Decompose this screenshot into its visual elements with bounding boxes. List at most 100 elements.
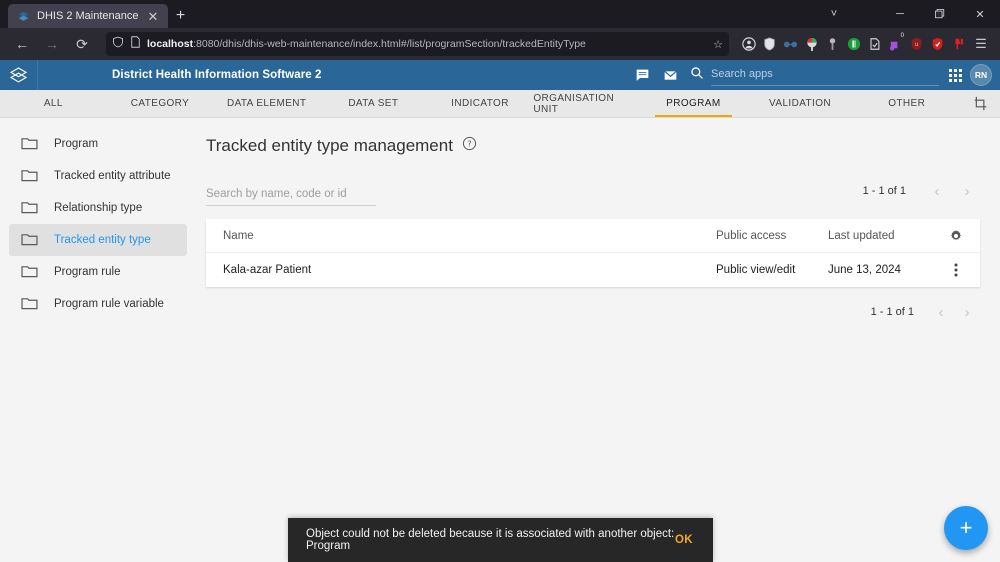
tab-indicator[interactable]: INDICATOR [427, 90, 534, 117]
next-page-button[interactable]: › [954, 299, 980, 325]
back-icon[interactable]: ← [8, 31, 36, 57]
page-title: District Health Information Software 2 [112, 69, 322, 81]
tab-category[interactable]: CATEGORY [107, 90, 214, 117]
pagination-label: 1 - 1 of 1 [870, 306, 914, 318]
column-header-last-updated[interactable]: Last updated [828, 230, 932, 242]
table-header-row: Name Public access Last updated [206, 219, 980, 253]
header-actions: RN [628, 60, 992, 90]
more-vertical-icon[interactable] [932, 262, 980, 278]
minimize-icon[interactable]: ─ [880, 0, 920, 28]
sidebar-item-label: Tracked entity attribute [54, 170, 171, 182]
avatar[interactable]: RN [970, 64, 992, 86]
tab-data-element[interactable]: DATA ELEMENT [213, 90, 320, 117]
search-input[interactable] [206, 188, 376, 206]
page-header: Tracked entity type management ? [206, 136, 980, 156]
snackbar-ok-button[interactable]: OK [675, 534, 693, 546]
sidebar-item-program-rule-variable[interactable]: Program rule variable [9, 288, 187, 320]
cell-public-access: Public view/edit [716, 264, 796, 276]
dislike-extension-icon[interactable] [949, 33, 968, 55]
close-icon[interactable]: ✕ [146, 9, 161, 24]
folder-icon [21, 232, 38, 249]
snackbar: Object could not be deleted because it i… [288, 518, 713, 562]
shield-extension-icon[interactable] [760, 33, 779, 55]
folder-icon [21, 168, 38, 185]
sidebar-item-tracked-entity-type[interactable]: Tracked entity type [9, 224, 187, 256]
tab-program[interactable]: PROGRAM [640, 90, 747, 117]
help-circle-icon[interactable]: ? [462, 136, 477, 156]
tab-organisation-unit[interactable]: ORGANISATION UNIT [533, 90, 640, 117]
previous-page-button[interactable]: ‹ [924, 178, 950, 204]
sidebar-item-tracked-entity-attribute[interactable]: Tracked entity attribute [9, 160, 187, 192]
gear-icon[interactable] [932, 229, 980, 243]
tab-data-set[interactable]: DATA SET [320, 90, 427, 117]
pocket-extension-icon[interactable] [865, 33, 884, 55]
account-icon[interactable] [739, 33, 758, 55]
section-tabs: ALL CATEGORY DATA ELEMENT DATA SET INDIC… [0, 90, 1000, 118]
sidebar-item-program-rule[interactable]: Program rule [9, 256, 187, 288]
data-table: Name Public access Last updated Kala-aza… [206, 219, 980, 287]
search-input[interactable] [711, 68, 939, 80]
bitwarden-extension-icon[interactable] [844, 33, 863, 55]
extension-badge: 0 [898, 33, 906, 40]
tab-other[interactable]: OTHER [853, 90, 960, 117]
table-row[interactable]: Kala-azar Patient Public view/edit June … [206, 253, 980, 287]
list-toolbar: 1 - 1 of 1 ‹ › [206, 178, 980, 206]
url-text: localhost:8080/dhis/dhis-web-maintenance… [147, 38, 707, 50]
tab-all[interactable]: ALL [0, 90, 107, 117]
column-header-public-access[interactable]: Public access [716, 230, 828, 242]
color-picker-extension-icon[interactable] [802, 33, 821, 55]
folder-icon [21, 136, 38, 153]
new-tab-button[interactable]: + [168, 4, 194, 28]
previous-page-button[interactable]: ‹ [928, 299, 954, 325]
bookmark-star-icon[interactable]: ☆ [713, 38, 723, 51]
app-search [690, 64, 939, 86]
add-button[interactable]: + [944, 506, 988, 550]
content-area: Program Tracked entity attribute Relatio… [0, 118, 1000, 562]
navigation-toolbar: ← → ⟳ localhost:8080/dhis/dhis-web-maint… [0, 28, 1000, 60]
sidebar-item-label: Program rule variable [54, 298, 164, 310]
reload-icon[interactable]: ⟳ [68, 31, 96, 57]
column-header-name[interactable]: Name [223, 230, 716, 242]
dhis2-logo-icon [17, 10, 30, 23]
url-bar[interactable]: localhost:8080/dhis/dhis-web-maintenance… [106, 32, 729, 56]
browser-menu-icon[interactable]: ☰ [970, 36, 992, 52]
chevron-down-icon[interactable]: ˅ [814, 0, 854, 28]
page-info-icon [130, 35, 141, 53]
next-page-button[interactable]: › [954, 178, 980, 204]
dhis2-layers-logo[interactable] [0, 60, 38, 90]
browser-tab[interactable]: DHIS 2 Maintenance ✕ [8, 4, 168, 28]
folder-icon [21, 200, 38, 217]
sidebar-item-label: Program [54, 138, 99, 150]
key-extension-icon[interactable] [823, 33, 842, 55]
apps-grid-icon[interactable] [949, 68, 962, 82]
tab-validation[interactable]: VALIDATION [747, 90, 854, 117]
folder-icon [21, 264, 38, 281]
main-panel: Tracked entity type management ? 1 - 1 o… [196, 118, 1000, 562]
sidebar-item-label: Relationship type [54, 202, 143, 214]
extensions-row: 0 u [739, 33, 968, 55]
window-close-icon[interactable]: ✕ [960, 0, 1000, 28]
ublock-extension-icon[interactable]: u [907, 33, 926, 55]
sidebar-item-label: Tracked entity type [54, 234, 151, 246]
svg-text:?: ? [467, 140, 471, 149]
maximize-icon[interactable] [920, 0, 960, 28]
message-icon[interactable] [628, 60, 656, 90]
app-header: District Health Information Software 2 R… [0, 60, 1000, 90]
snackbar-message: Object could not be deleted because it i… [306, 528, 675, 552]
mail-icon[interactable] [656, 60, 684, 90]
glasses-extension-icon[interactable] [781, 33, 800, 55]
window-controls: ˅ ─ ✕ [814, 0, 1000, 28]
folder-icon [21, 296, 38, 313]
page-title: Tracked entity type management [206, 136, 453, 155]
sidebar-item-program[interactable]: Program [9, 128, 187, 160]
shield-icon [112, 35, 124, 53]
sidebar-item-relationship-type[interactable]: Relationship type [9, 192, 187, 224]
cell-last-updated: June 13, 2024 [828, 264, 901, 276]
search-icon [690, 66, 704, 85]
crop-customize-icon[interactable] [960, 90, 1000, 117]
pagination-top: 1 - 1 of 1 ‹ › [863, 178, 980, 206]
cell-name: Kala-azar Patient [223, 264, 312, 276]
purple-extension-icon[interactable]: 0 [886, 33, 906, 55]
red-shield-extension-icon[interactable] [928, 33, 947, 55]
pagination-label: 1 - 1 of 1 [862, 185, 906, 197]
